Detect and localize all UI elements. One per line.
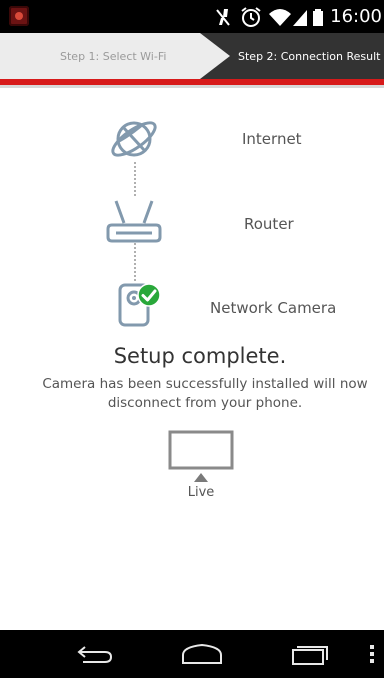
mute-icon <box>216 8 230 26</box>
signal-icon <box>293 9 308 26</box>
step-1: Step 1: Select Wi-Fi <box>0 33 230 79</box>
status-time: 16:00 <box>330 6 382 27</box>
back-icon <box>77 646 113 663</box>
status-bar: 16:00 <box>0 0 384 33</box>
internet-globe-icon <box>111 121 157 157</box>
setup-complete-title: Setup complete. <box>113 344 287 368</box>
setup-complete-message: Camera has been successfully installed w… <box>42 376 368 411</box>
alarm-icon <box>241 6 261 27</box>
status-icons: 16:00 <box>211 0 384 33</box>
app-notification-icon <box>9 6 29 26</box>
router-label: Router <box>244 215 294 233</box>
battery-icon <box>313 8 324 26</box>
internet-label: Internet <box>242 130 302 148</box>
live-button[interactable]: Live <box>168 430 234 504</box>
back-button[interactable] <box>70 630 120 678</box>
recent-apps-icon <box>292 646 328 665</box>
home-icon <box>182 643 222 664</box>
home-button[interactable] <box>175 630 229 678</box>
setup-steps: Step 1: Select Wi-Fi Step 2: Connection … <box>0 33 384 79</box>
navigation-bar <box>0 630 384 678</box>
connector-internet-router <box>134 162 136 196</box>
overflow-menu-icon <box>370 645 374 663</box>
live-label: Live <box>187 485 215 500</box>
step-2: Step 2: Connection Result <box>238 33 380 79</box>
step-2-label: Step 2: Connection Result <box>238 49 381 63</box>
recent-apps-button[interactable] <box>283 630 333 678</box>
network-camera-label: Network Camera <box>210 299 337 317</box>
live-monitor-icon <box>168 430 234 482</box>
wifi-icon <box>269 8 292 26</box>
success-check-icon <box>137 283 161 307</box>
step-1-label: Step 1: Select Wi-Fi <box>60 49 167 63</box>
divider-shadow <box>0 85 384 88</box>
overflow-menu-button[interactable] <box>362 630 382 678</box>
router-icon <box>106 200 162 243</box>
connector-router-camera <box>134 243 136 281</box>
